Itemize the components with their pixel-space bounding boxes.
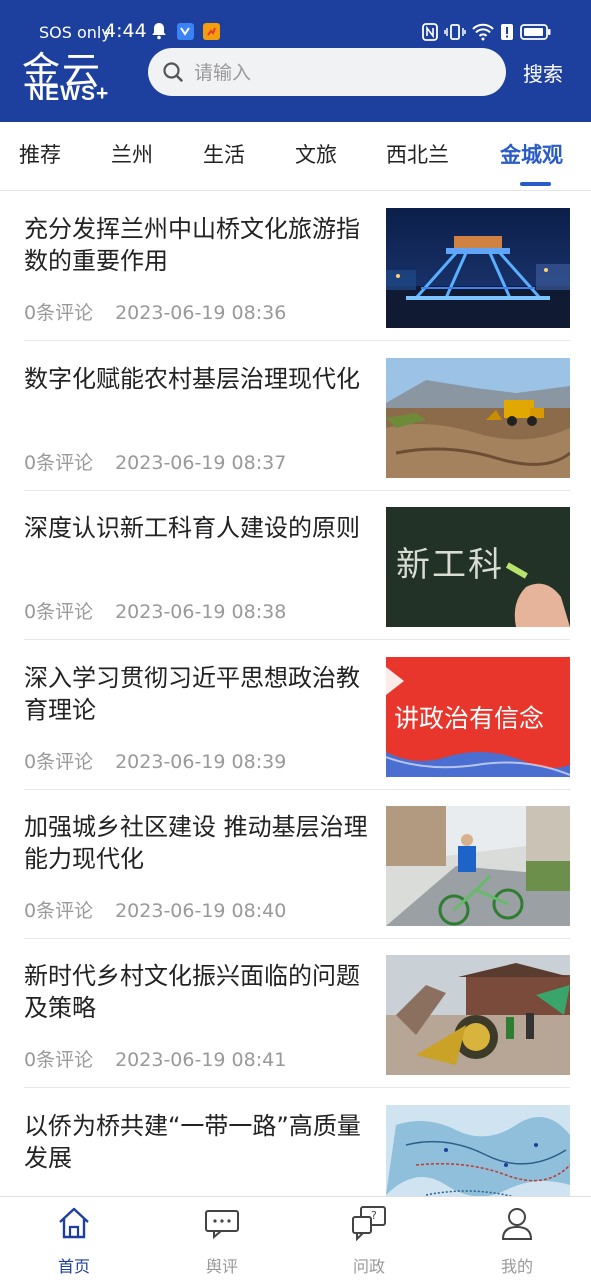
vibrate-icon xyxy=(444,23,466,45)
bottom-navigation: 首页 舆评 ? 问政 我的 xyxy=(0,1196,591,1281)
news-item[interactable]: 加强城乡社区建设 推动基层治理能力现代化 0条评论 2023-06-19 08:4… xyxy=(0,789,591,939)
category-tabs: 推荐 兰州 生活 文旅 西北兰 金城观 xyxy=(0,122,591,191)
news-time: 2023-06-19 08:41 xyxy=(115,1049,287,1071)
bell-icon xyxy=(150,22,168,40)
news-item[interactable]: 充分发挥兰州中山桥文化旅游指数的重要作用 0条评论 2023-06-19 08:3… xyxy=(0,191,591,341)
news-time: 2023-06-19 08:38 xyxy=(115,601,287,623)
tab-northwest[interactable]: 西北兰 xyxy=(386,139,449,169)
question-chat-icon: ? xyxy=(351,1205,387,1242)
comment-count: 0条评论 xyxy=(24,900,94,922)
search-button[interactable]: 搜索 xyxy=(523,58,563,87)
news-thumbnail-chalkboard: 新工科 xyxy=(386,507,570,627)
wifi-icon xyxy=(472,23,494,45)
news-thumbnail-red-banner: 讲政治有信念 xyxy=(386,657,570,777)
news-item[interactable]: 深度认识新工科育人建设的原则 0条评论 2023-06-19 08:38 新工科 xyxy=(0,490,591,640)
news-time: 2023-06-19 08:39 xyxy=(115,751,287,773)
banner-text: 讲政治有信念 xyxy=(394,704,545,733)
chat-icon xyxy=(204,1205,240,1241)
alert-icon xyxy=(500,23,514,45)
tab-recommend[interactable]: 推荐 xyxy=(19,139,61,169)
news-title: 深入学习贯彻习近平思想政治教育理论 xyxy=(24,664,360,724)
tab-lanzhou[interactable]: 兰州 xyxy=(111,139,153,169)
home-icon xyxy=(56,1205,92,1241)
news-meta: 0条评论 2023-06-19 08:36 xyxy=(24,298,286,325)
search-input[interactable] xyxy=(192,48,496,98)
news-title: 以侨为桥共建“一带一路”高质量发展 xyxy=(24,1112,361,1172)
comment-count: 0条评论 xyxy=(24,302,94,324)
comment-count: 0条评论 xyxy=(24,452,94,474)
news-time: 2023-06-19 08:36 xyxy=(115,302,287,324)
news-title: 充分发挥兰州中山桥文化旅游指数的重要作用 xyxy=(24,215,360,275)
active-tab-indicator xyxy=(520,182,551,186)
news-meta: 0条评论 2023-06-19 08:40 xyxy=(24,896,286,923)
nav-opinion[interactable]: 舆评 xyxy=(172,1197,272,1281)
app-notification-icon xyxy=(176,22,194,40)
comment-count: 0条评论 xyxy=(24,601,94,623)
tab-life[interactable]: 生活 xyxy=(203,139,245,169)
user-icon xyxy=(499,1205,535,1241)
comment-count: 0条评论 xyxy=(24,751,94,773)
news-time: 2023-06-19 08:40 xyxy=(115,900,287,922)
nfc-icon xyxy=(422,23,438,45)
news-thumbnail-street xyxy=(386,806,570,926)
news-title: 数字化赋能农村基层治理现代化 xyxy=(24,365,360,393)
search-icon xyxy=(162,61,184,83)
sports-app-icon xyxy=(202,22,220,40)
svg-text:?: ? xyxy=(371,1209,377,1222)
news-meta: 0条评论 2023-06-19 08:37 xyxy=(24,448,286,475)
tab-jinchengguan[interactable]: 金城观 xyxy=(500,139,563,169)
comment-count: 0条评论 xyxy=(24,1049,94,1071)
news-time: 2023-06-19 08:37 xyxy=(115,452,287,474)
news-title: 深度认识新工科育人建设的原则 xyxy=(24,514,360,542)
nav-label: 我的 xyxy=(500,1257,533,1276)
news-meta: 0条评论 2023-06-19 08:38 xyxy=(24,597,286,624)
app-header: SOS only 4:44 金云 NEWS+ 请输入 搜索 xyxy=(0,0,591,122)
news-item[interactable]: 新时代乡村文化振兴面临的问题及策略 0条评论 2023-06-19 08:41 xyxy=(0,938,591,1088)
news-meta: 0条评论 2023-06-19 08:39 xyxy=(24,747,286,774)
logo-english: NEWS+ xyxy=(29,82,110,105)
nav-inquiry[interactable]: ? 问政 xyxy=(319,1197,419,1281)
news-item[interactable]: 深入学习贯彻习近平思想政治教育理论 0条评论 2023-06-19 08:39 讲… xyxy=(0,640,591,790)
nav-label: 首页 xyxy=(57,1257,90,1276)
news-thumbnail-bridge xyxy=(386,208,570,328)
tab-culture-travel[interactable]: 文旅 xyxy=(295,139,337,169)
nav-label: 问政 xyxy=(352,1257,385,1276)
news-thumbnail-festival xyxy=(386,955,570,1075)
nav-profile[interactable]: 我的 xyxy=(467,1197,567,1281)
search-bar[interactable] xyxy=(148,48,506,98)
app-logo: 金云 NEWS+ xyxy=(22,46,132,110)
clock: 4:44 xyxy=(104,20,147,42)
nav-label: 舆评 xyxy=(205,1257,238,1276)
news-meta: 0条评论 2023-06-19 08:41 xyxy=(24,1045,286,1072)
battery-icon xyxy=(520,23,552,45)
news-thumbnail-farmland xyxy=(386,358,570,478)
news-title: 加强城乡社区建设 推动基层治理能力现代化 xyxy=(24,813,368,873)
news-title: 新时代乡村文化振兴面临的问题及策略 xyxy=(24,962,360,1022)
news-item[interactable]: 数字化赋能农村基层治理现代化 0条评论 2023-06-19 08:37 xyxy=(0,341,591,491)
nav-home[interactable]: 首页 xyxy=(24,1197,124,1281)
